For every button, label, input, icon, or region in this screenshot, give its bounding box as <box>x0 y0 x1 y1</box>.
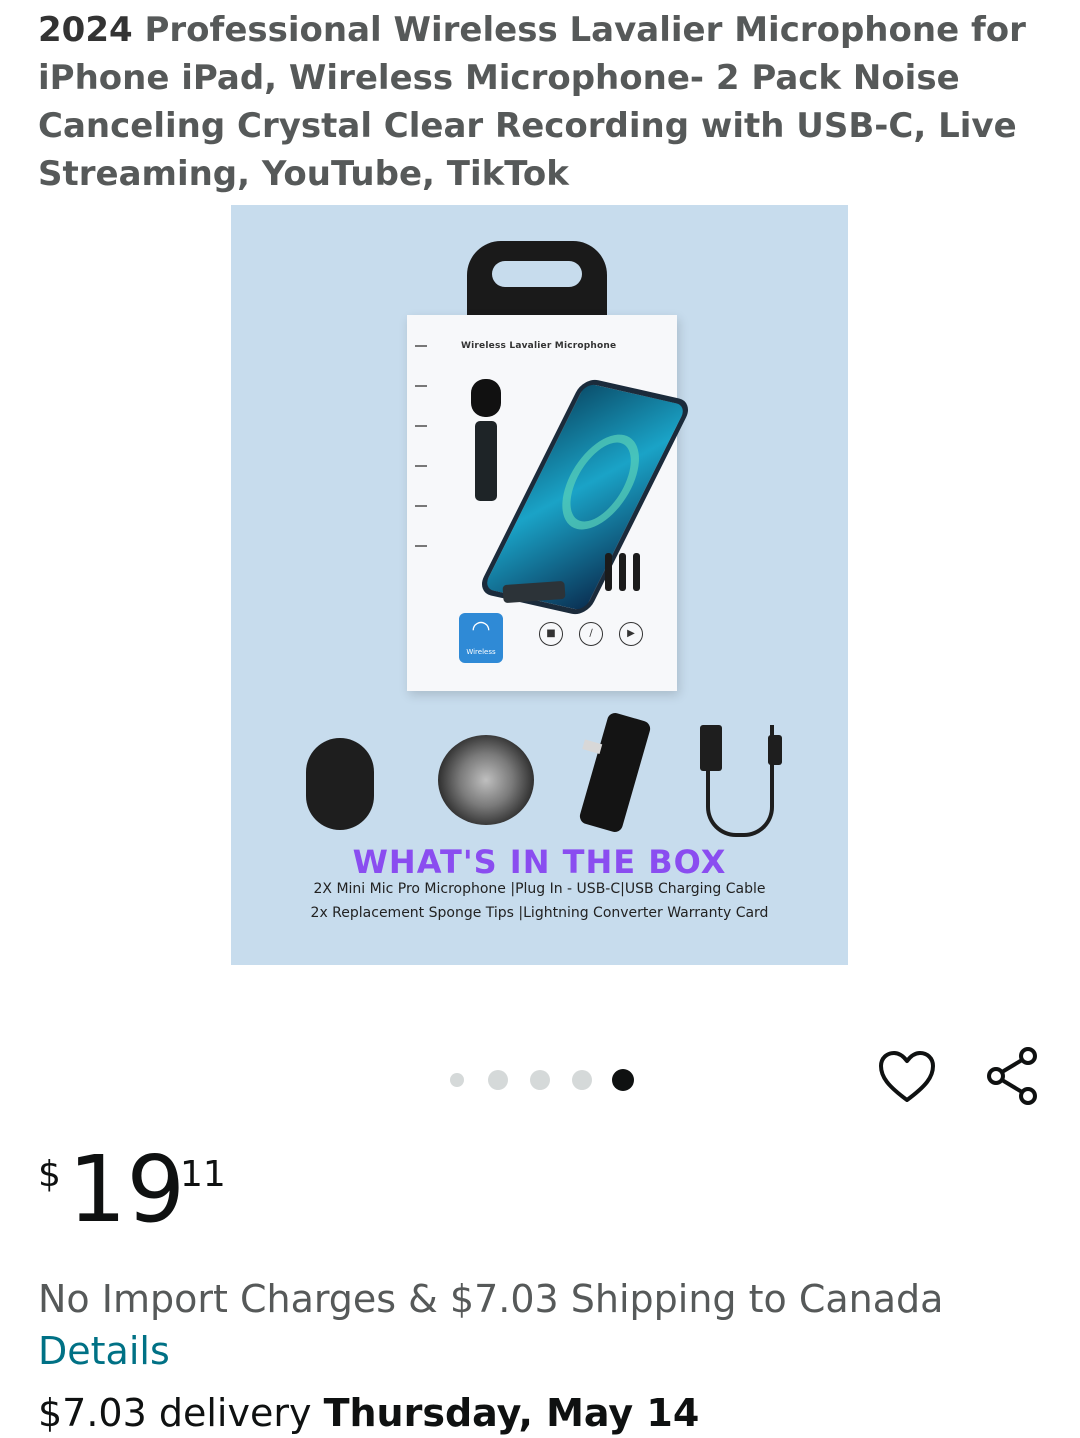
product-title-year: 2024 <box>38 10 133 50</box>
windscreen-illustration <box>438 735 534 825</box>
package-label: Wireless Lavalier Microphone <box>461 341 617 351</box>
carousel-dot[interactable] <box>488 1070 508 1090</box>
wireless-badge: ◠ Wireless <box>459 613 503 663</box>
shipping-info: No Import Charges & $7.03 Shipping to Ca… <box>38 1277 944 1321</box>
delivery-info: $7.03 delivery Thursday, May 14 <box>38 1388 699 1438</box>
delivery-price: $7.03 delivery <box>38 1391 312 1435</box>
wifi-icon: ◠ <box>471 617 491 642</box>
product-image[interactable]: Wireless Lavalier Microphone ◠ Wireless … <box>231 205 848 965</box>
delivery-date: Thursday, May 14 <box>323 1391 700 1435</box>
whats-in-box-line: 2x Replacement Sponge Tips |Lightning Co… <box>310 905 769 921</box>
microphone-illustration <box>471 379 501 509</box>
price-fraction: 11 <box>180 1154 226 1195</box>
play-icon: ▶ <box>619 622 643 646</box>
product-package: Wireless Lavalier Microphone ◠ Wireless … <box>407 315 694 691</box>
carousel-dot[interactable] <box>612 1069 634 1091</box>
carousel-dot[interactable] <box>530 1070 550 1090</box>
product-title: 2024 Professional Wireless Lavalier Micr… <box>38 6 1048 198</box>
phone-illustration <box>476 376 694 618</box>
lightning-converter-illustration <box>578 711 652 834</box>
package-feature-icons: ■ ∕ ▶ <box>539 621 659 647</box>
sponge-tip-illustration <box>306 738 374 830</box>
mic-icon: ∕ <box>579 622 603 646</box>
package-side-print <box>415 345 431 645</box>
camera-icon: ■ <box>539 622 563 646</box>
wireless-badge-label: Wireless <box>466 648 496 656</box>
whats-in-box-title: WHAT'S IN THE BOX <box>352 843 727 881</box>
heart-icon[interactable] <box>878 1050 936 1104</box>
mini-mics-illustration <box>603 553 643 595</box>
usb-cable-illustration <box>700 725 782 837</box>
price-whole: 19 <box>68 1136 186 1243</box>
product-title-text: Professional Wireless Lavalier Microphon… <box>38 10 1026 194</box>
package-hanger <box>467 241 607 319</box>
carousel-indicators[interactable] <box>448 1064 648 1091</box>
price-currency: $ <box>38 1154 61 1195</box>
share-icon[interactable] <box>982 1046 1042 1106</box>
details-link[interactable]: Details <box>38 1326 170 1376</box>
carousel-dot[interactable] <box>572 1070 592 1090</box>
whats-in-box-line: 2X Mini Mic Pro Microphone |Plug In - US… <box>313 881 766 897</box>
carousel-dot[interactable] <box>450 1073 464 1087</box>
